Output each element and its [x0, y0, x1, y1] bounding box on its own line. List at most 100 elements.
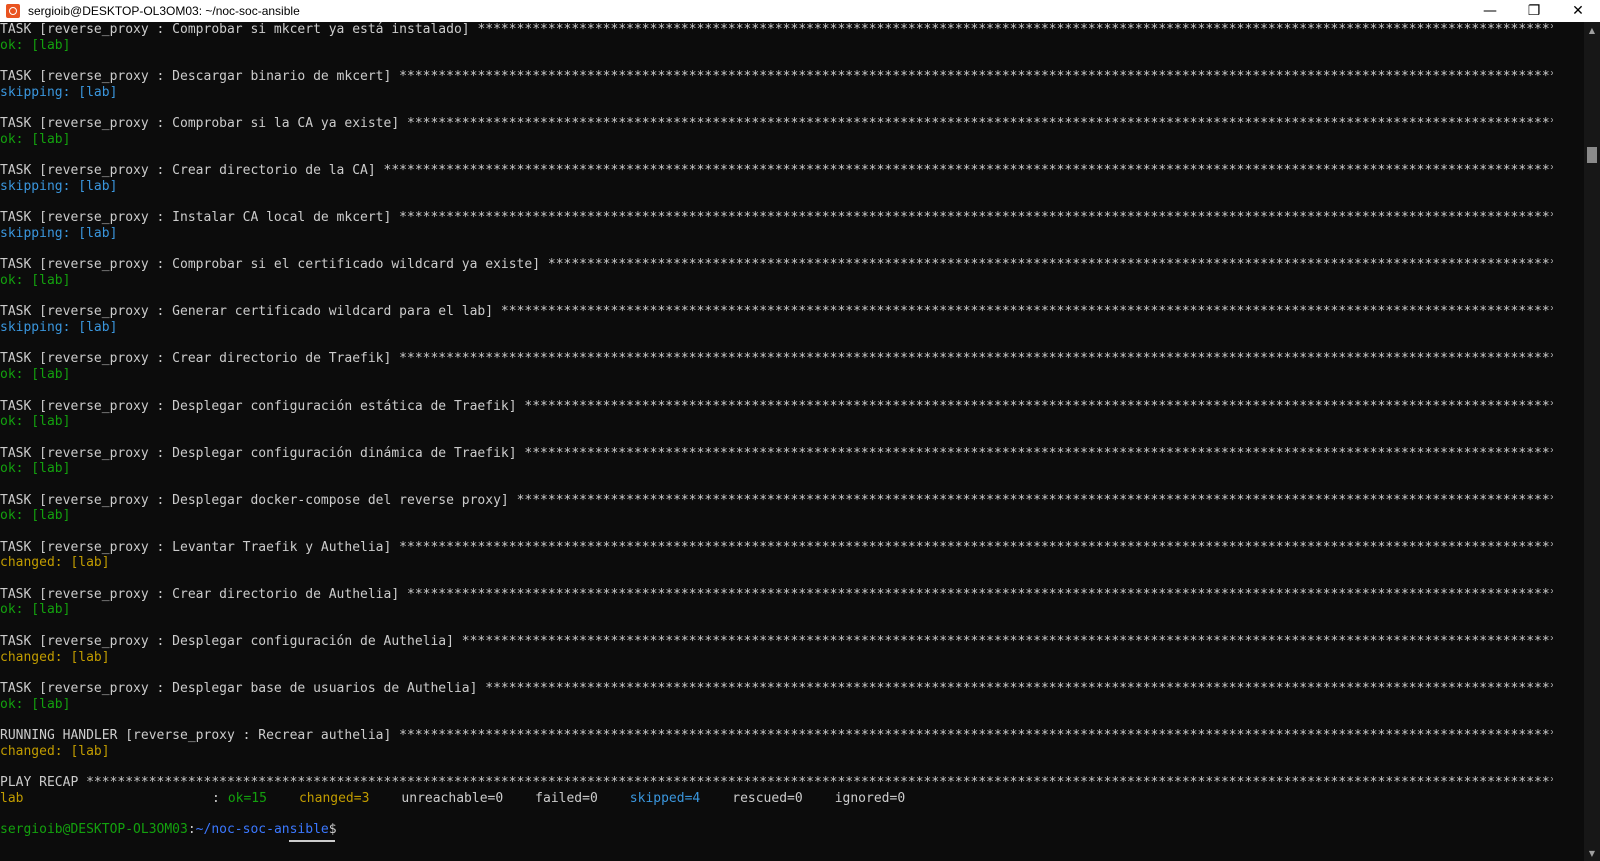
recap-row: lab: ok=15 changed=3 unreachable=0 failed=0 s…	[0, 791, 1553, 807]
task-label: TASK [reverse_proxy : Desplegar configur…	[0, 633, 454, 649]
task-label: TASK [reverse_proxy : Crear directorio d…	[0, 586, 400, 602]
task-status: changed: [lab]	[0, 649, 110, 665]
task-label: TASK [reverse_proxy : Descargar binario …	[0, 69, 392, 85]
recap-colon: :	[212, 790, 220, 806]
task-header: TASK [reverse_proxy : Comprobar si el ce…	[0, 257, 1553, 273]
recap-host: lab	[0, 790, 24, 806]
task-stars: ****************************************…	[500, 304, 1553, 320]
task-label: TASK [reverse_proxy : Comprobar si la CA…	[0, 116, 400, 132]
task-stars: ****************************************…	[461, 633, 1553, 649]
task-stars: ****************************************…	[524, 398, 1553, 414]
close-button[interactable]: ✕	[1556, 0, 1600, 22]
task-status: ok: [lab]	[0, 602, 71, 618]
prompt-path: ~/noc-soc-ansible	[195, 822, 329, 838]
recap-ok: ok=15	[227, 790, 267, 806]
task-header: TASK [reverse_proxy : Comprobar si la CA…	[0, 116, 1553, 132]
task-status: ok: [lab]	[0, 131, 71, 147]
task-label: TASK [reverse_proxy : Desplegar base de …	[0, 680, 478, 696]
maximize-button[interactable]: ❐	[1512, 0, 1556, 22]
task-stars: ****************************************…	[383, 163, 1553, 179]
task-header: TASK [reverse_proxy : Desplegar configur…	[0, 446, 1553, 462]
task-status: ok: [lab]	[0, 461, 71, 477]
task-status: changed: [lab]	[0, 555, 110, 571]
task-header: TASK [reverse_proxy : Desplegar configur…	[0, 399, 1553, 415]
vertical-scrollbar[interactable]: ▲ ▼	[1584, 22, 1600, 861]
ubuntu-icon[interactable]	[6, 4, 20, 18]
task-stars: ****************************************…	[399, 727, 1553, 743]
task-header: TASK [reverse_proxy : Desplegar base de …	[0, 681, 1553, 697]
task-label: TASK [reverse_proxy : Crear directorio d…	[0, 163, 376, 179]
task-stars: ****************************************…	[399, 69, 1553, 85]
task-status: ok: [lab]	[0, 414, 71, 430]
task-header: TASK [reverse_proxy : Desplegar docker-c…	[0, 493, 1553, 509]
title-bar[interactable]: sergioib@DESKTOP-OL3OM03: ~/noc-soc-ansi…	[0, 0, 1600, 22]
window-title: sergioib@DESKTOP-OL3OM03: ~/noc-soc-ansi…	[28, 4, 300, 18]
task-label: TASK [reverse_proxy : Crear directorio d…	[0, 351, 392, 367]
task-stars: ****************************************…	[399, 351, 1553, 367]
task-status: changed: [lab]	[0, 743, 110, 759]
recap-failed: failed=0	[535, 790, 598, 806]
task-stars: ****************************************…	[399, 210, 1553, 226]
task-status: skipping: [lab]	[0, 178, 118, 194]
task-label: TASK [reverse_proxy : Desplegar configur…	[0, 445, 517, 461]
task-header: TASK [reverse_proxy : Generar certificad…	[0, 304, 1553, 320]
task-stars: ****************************************…	[407, 586, 1553, 602]
task-header: RUNNING HANDLER [reverse_proxy : Recrear…	[0, 728, 1553, 744]
task-header: TASK [reverse_proxy : Desplegar configur…	[0, 634, 1553, 650]
task-header: TASK [reverse_proxy : Crear directorio d…	[0, 163, 1553, 179]
scroll-down-arrow-icon[interactable]: ▼	[1584, 845, 1600, 861]
task-header: TASK [reverse_proxy : Descargar binario …	[0, 69, 1553, 85]
task-header: TASK [reverse_proxy : Crear directorio d…	[0, 351, 1553, 367]
terminal-output[interactable]: TASK [reverse_proxy : Comprobar si mkcer…	[0, 22, 1553, 861]
prompt-symbol: $	[328, 822, 337, 838]
task-status: ok: [lab]	[0, 508, 71, 524]
task-status: skipping: [lab]	[0, 225, 118, 241]
recap-ignored: ignored=0	[834, 790, 906, 806]
task-status: skipping: [lab]	[0, 320, 118, 336]
task-label: TASK [reverse_proxy : Instalar CA local …	[0, 210, 392, 226]
play-recap-header: PLAY RECAP *****************************…	[0, 775, 1553, 791]
recap-changed: changed=3	[298, 790, 370, 806]
minimize-button[interactable]: —	[1468, 0, 1512, 22]
recap-rescued: rescued=0	[732, 790, 803, 806]
task-label: TASK [reverse_proxy : Comprobar si el ce…	[0, 257, 541, 273]
task-label: TASK [reverse_proxy : Generar certificad…	[0, 304, 494, 320]
task-status: ok: [lab]	[0, 696, 71, 712]
task-status: skipping: [lab]	[0, 84, 118, 100]
task-stars: ****************************************…	[524, 445, 1553, 461]
shell-prompt[interactable]: sergioib@DESKTOP-OL3OM03:~/noc-soc-ansib…	[0, 822, 1553, 838]
task-header: TASK [reverse_proxy : Comprobar si mkcer…	[0, 22, 1553, 38]
task-stars: ****************************************…	[516, 492, 1553, 508]
recap-stars: ****************************************…	[86, 775, 1553, 790]
task-stars: ****************************************…	[477, 22, 1553, 37]
scroll-up-arrow-icon[interactable]: ▲	[1584, 22, 1600, 38]
task-status: ok: [lab]	[0, 273, 71, 288]
task-stars: ****************************************…	[399, 539, 1553, 555]
task-stars: ****************************************…	[407, 116, 1553, 132]
recap-skipped: skipped=4	[629, 790, 701, 806]
text-cursor	[289, 840, 335, 842]
prompt-sep: :	[187, 822, 196, 838]
scrollbar-thumb[interactable]	[1587, 147, 1597, 163]
task-label: TASK [reverse_proxy : Levantar Traefik y…	[0, 539, 392, 555]
task-header: TASK [reverse_proxy : Crear directorio d…	[0, 587, 1553, 603]
task-label: TASK [reverse_proxy : Desplegar docker-c…	[0, 492, 509, 508]
recap-unreachable: unreachable=0	[401, 790, 504, 806]
task-label: TASK [reverse_proxy : Desplegar configur…	[0, 398, 517, 414]
window-controls: — ❐ ✕	[1468, 0, 1600, 22]
task-stars: ****************************************…	[485, 680, 1553, 696]
